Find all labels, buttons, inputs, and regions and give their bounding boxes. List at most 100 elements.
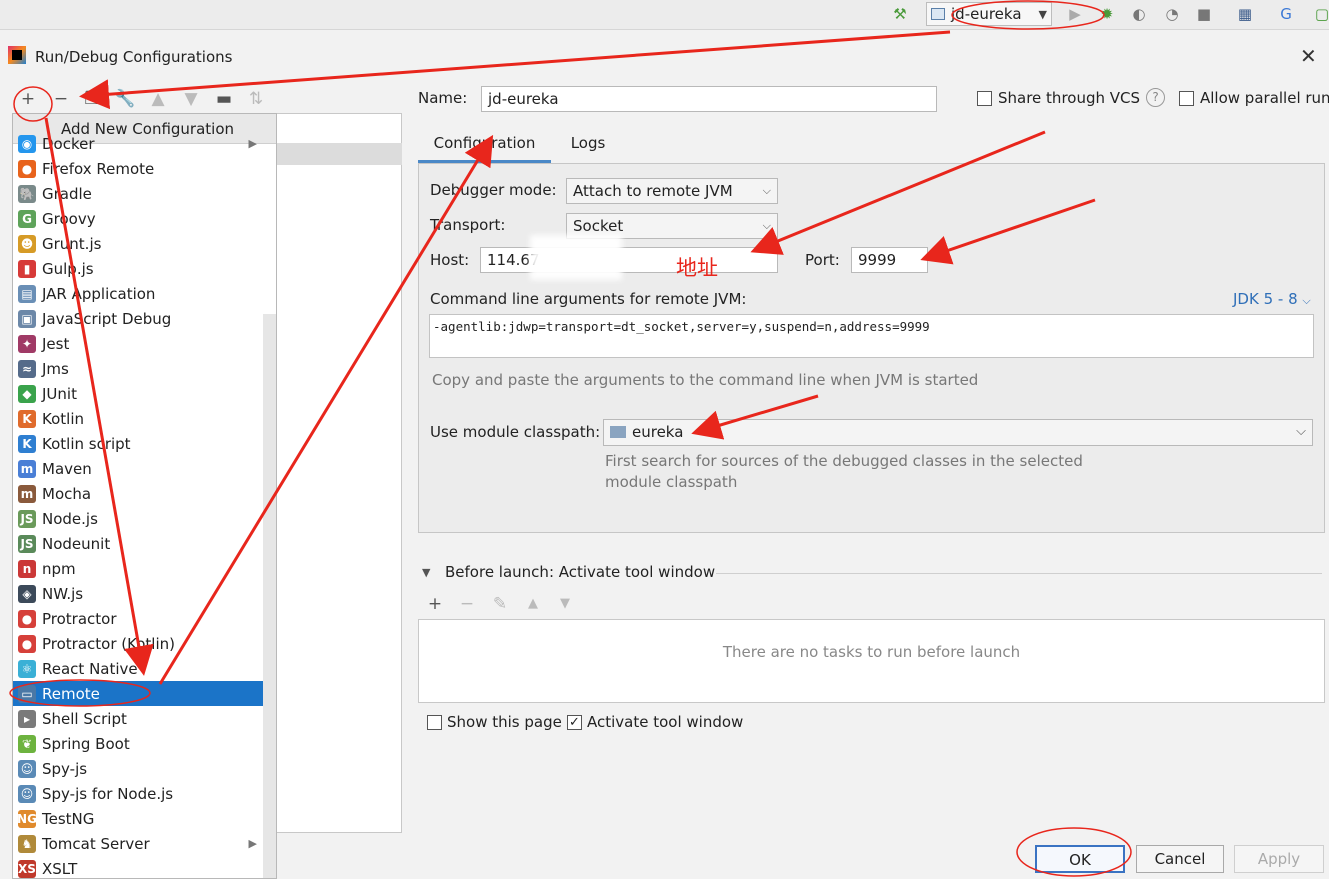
tab-configuration[interactable]: Configuration (418, 127, 551, 163)
popup-item-firefox-remote[interactable]: ● Firefox Remote (13, 156, 263, 181)
popup-item-node-js[interactable]: JS Node.js (13, 506, 263, 531)
jdk-version-text: JDK 5 - 8 (1233, 290, 1298, 308)
groovy-icon: G (18, 209, 36, 228)
popup-item-label: Remote (42, 684, 100, 703)
project-structure-icon[interactable]: ▦ (1235, 4, 1255, 24)
remove-task-button[interactable]: − (456, 593, 478, 615)
popup-item-react-native[interactable]: ⚛ React Native (13, 656, 263, 681)
chevron-down-icon: ⌵ (1302, 294, 1311, 307)
popup-item-label: NW.js (42, 584, 84, 603)
sort-icon[interactable]: ⇅ (245, 88, 267, 110)
debug-icon[interactable]: ✹ (1097, 4, 1117, 24)
popup-item-jms[interactable]: ≈ Jms (13, 356, 263, 381)
copy-config-icon[interactable]: ❐ (81, 88, 103, 110)
mocha-icon: m (18, 484, 36, 503)
host-input[interactable]: 114.67 (480, 247, 778, 273)
maven-icon: m (18, 459, 36, 478)
popup-item-maven[interactable]: m Maven (13, 456, 263, 481)
translate-icon[interactable]: G (1276, 4, 1296, 24)
add-task-button[interactable]: + (424, 593, 446, 615)
popup-item-gradle[interactable]: 🐘 Gradle (13, 181, 263, 206)
config-tree-selected-row[interactable] (277, 143, 402, 165)
edit-task-icon[interactable]: ✎ (489, 593, 511, 615)
help-icon[interactable]: ? (1146, 88, 1165, 107)
remove-config-button[interactable]: − (50, 88, 72, 110)
popup-item-kotlin[interactable]: K Kotlin (13, 406, 263, 431)
port-input[interactable]: 9999 (851, 247, 928, 273)
popup-item-label: Spring Boot (42, 734, 130, 753)
module-hint-line2: module classpath (605, 473, 738, 491)
run-icon[interactable]: ▶ (1065, 4, 1085, 24)
cancel-button[interactable]: Cancel (1136, 845, 1224, 873)
edit-defaults-icon[interactable]: 🔧 (114, 88, 136, 110)
popup-item-shell-script[interactable]: ▸ Shell Script (13, 706, 263, 731)
popup-item-protractor[interactable]: ● Protractor (13, 606, 263, 631)
module-classpath-select[interactable]: eureka ⌵ (603, 419, 1313, 446)
protractor-icon: ● (18, 609, 36, 628)
build-icon[interactable]: ⚒ (890, 4, 910, 24)
move-down-icon[interactable]: ▼ (180, 88, 202, 110)
name-input[interactable]: jd-eureka (481, 86, 937, 112)
popup-item-tomcat-server[interactable]: ♞ Tomcat Server ▶ (13, 831, 263, 856)
npm-icon: n (18, 559, 36, 578)
popup-item-label: Jest (42, 334, 70, 353)
activate-tool-checkbox[interactable]: ✓ (567, 715, 582, 730)
popup-item-protractor-kotlin[interactable]: ● Protractor (Kotlin) (13, 631, 263, 656)
popup-item-label: Jms (42, 359, 69, 378)
allow-parallel-checkbox[interactable] (1179, 91, 1194, 106)
firefox-icon: ● (18, 159, 36, 178)
module-hint-line1: First search for sources of the debugged… (605, 452, 1083, 470)
popup-item-jest[interactable]: ✦ Jest (13, 331, 263, 356)
apply-button[interactable]: Apply (1234, 845, 1324, 873)
popup-item-remote[interactable]: ▭ Remote (13, 681, 263, 706)
popup-item-jar-application[interactable]: ▤ JAR Application (13, 281, 263, 306)
module-classpath-label: Use module classpath: (430, 423, 601, 441)
popup-item-xslt[interactable]: XS XSLT (13, 856, 263, 878)
show-page-checkbox[interactable] (427, 715, 442, 730)
popup-item-javascript-debug[interactable]: ▣ JavaScript Debug (13, 306, 263, 331)
panel-icon[interactable]: ▢ (1312, 4, 1329, 24)
popup-item-spring-boot[interactable]: ❦ Spring Boot (13, 731, 263, 756)
dialog-title: Run/Debug Configurations (35, 48, 233, 66)
popup-item-grunt-js[interactable]: ☻ Grunt.js (13, 231, 263, 256)
new-folder-icon[interactable]: ▬ (213, 88, 235, 110)
popup-item-spy-js[interactable]: ☺ Spy-js (13, 756, 263, 781)
before-launch-task-list[interactable] (418, 619, 1325, 703)
popup-item-mocha[interactable]: m Mocha (13, 481, 263, 506)
collapse-triangle-icon[interactable]: ▼ (422, 566, 430, 579)
debugger-mode-select[interactable]: Attach to remote JVM ⌵ (566, 178, 778, 204)
ok-button[interactable]: OK (1035, 845, 1125, 873)
popup-item-npm[interactable]: n npm (13, 556, 263, 581)
popup-item-label: Mocha (42, 484, 92, 503)
popup-item-junit[interactable]: ◆ JUnit (13, 381, 263, 406)
popup-item-label: Node.js (42, 509, 98, 528)
popup-item-label: Protractor (42, 609, 117, 628)
tab-logs[interactable]: Logs (558, 127, 618, 163)
close-icon[interactable]: ✕ (1300, 44, 1317, 68)
add-configuration-popup: Add New Configuration ◉ Docker ▶ ● Firefox R… (12, 113, 277, 879)
ide-toolbar: ⚒ jd-eureka ▼ ▶ ✹ ◐ ◔ ■ ▦ G ▢ (0, 0, 1329, 30)
jdk-version-link[interactable]: JDK 5 - 8 ⌵ (1233, 290, 1311, 308)
popup-item-testng[interactable]: NG TestNG (13, 806, 263, 831)
popup-item-label: XSLT (42, 859, 78, 878)
popup-item-docker[interactable]: ◉ Docker ▶ (13, 131, 263, 156)
popup-item-groovy[interactable]: G Groovy (13, 206, 263, 231)
task-down-icon[interactable]: ▼ (554, 593, 576, 615)
popup-item-kotlin-script[interactable]: K Kotlin script (13, 431, 263, 456)
submenu-arrow-icon: ▶ (248, 137, 257, 150)
popup-item-nodeunit[interactable]: JS Nodeunit (13, 531, 263, 556)
run-config-selector[interactable]: jd-eureka ▼ (926, 2, 1052, 26)
share-vcs-checkbox[interactable] (977, 91, 992, 106)
move-up-icon[interactable]: ▲ (147, 88, 169, 110)
add-config-button[interactable]: + (17, 88, 39, 110)
popup-item-gulp-js[interactable]: ▮ Gulp.js (13, 256, 263, 281)
cmd-args-textarea[interactable]: -agentlib:jdwp=transport=dt_socket,serve… (429, 314, 1314, 358)
popup-item-spy-js-for-node-js[interactable]: ☺ Spy-js for Node.js (13, 781, 263, 806)
profile-icon[interactable]: ◔ (1162, 4, 1182, 24)
popup-item-nw-js[interactable]: ◈ NW.js (13, 581, 263, 606)
coverage-icon[interactable]: ◐ (1129, 4, 1149, 24)
stop-icon[interactable]: ■ (1194, 4, 1214, 24)
docker-icon: ◉ (18, 134, 36, 153)
popup-scrollbar[interactable] (263, 314, 276, 878)
task-up-icon[interactable]: ▲ (522, 593, 544, 615)
